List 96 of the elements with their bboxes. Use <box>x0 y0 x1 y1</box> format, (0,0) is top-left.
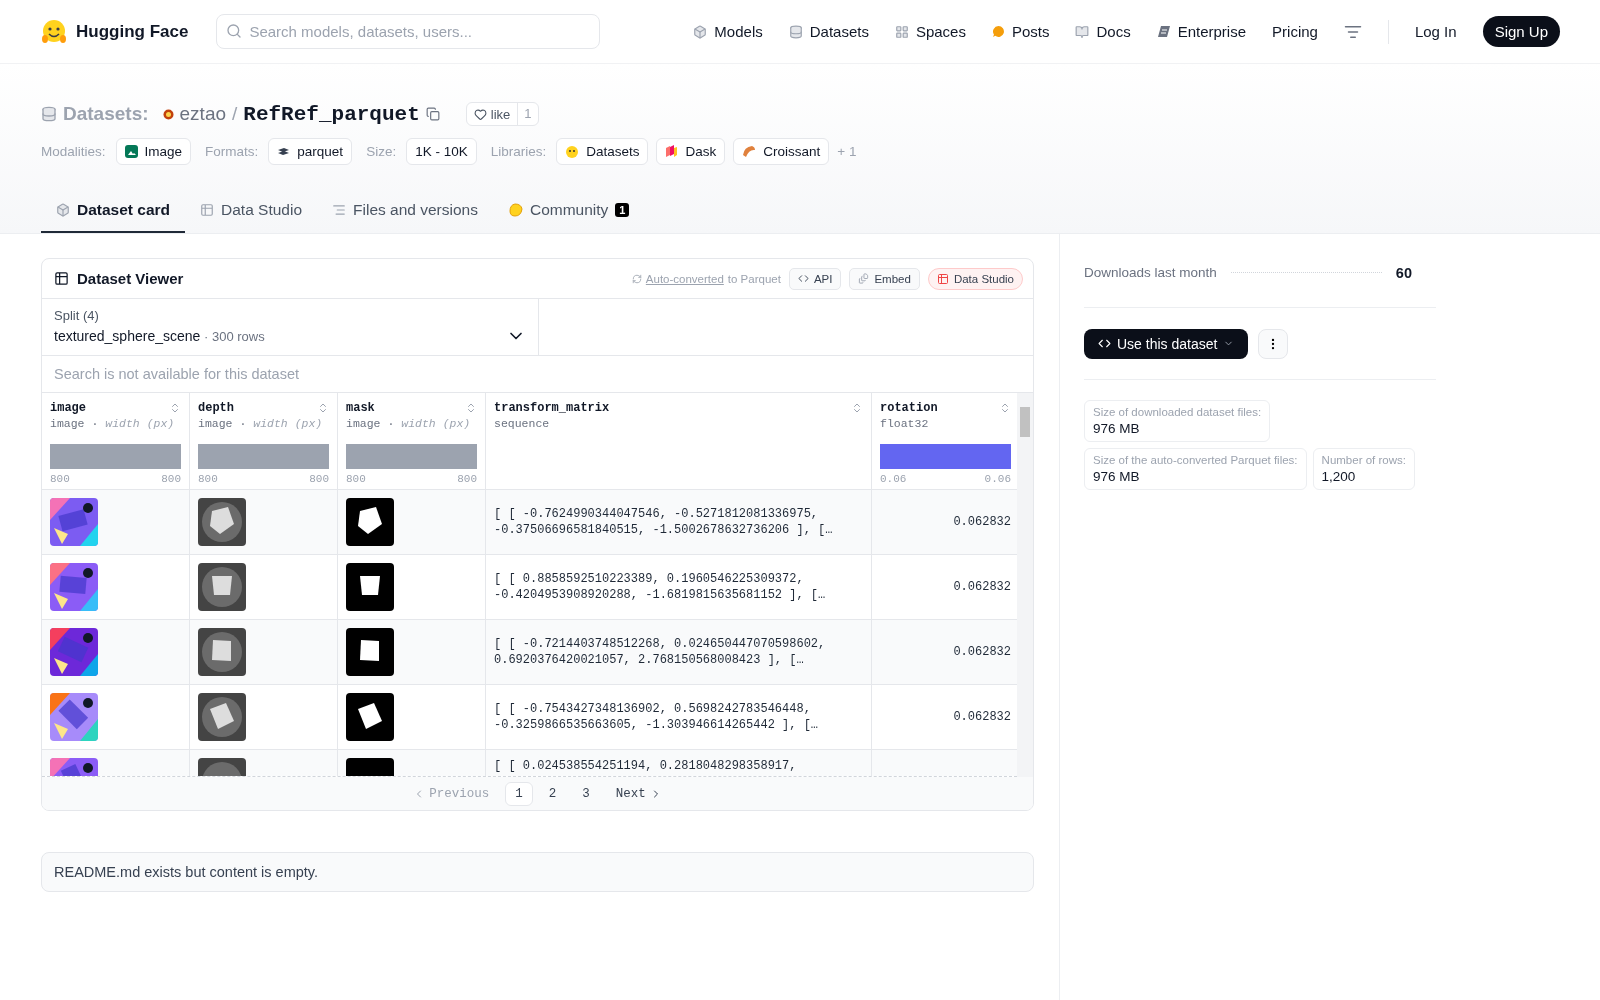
tag[interactable]: 1K - 10K <box>406 138 477 165</box>
code-icon <box>1098 337 1111 350</box>
page-button[interactable]: 3 <box>572 781 600 806</box>
tag-group-label: Libraries: <box>490 144 547 159</box>
clapping-hands-icon <box>507 203 523 217</box>
image-icon <box>124 145 138 158</box>
scrollbar[interactable] <box>1017 393 1033 777</box>
table-cell: 0.062832 <box>953 578 1011 596</box>
table-cell: 0.062832 <box>953 708 1011 726</box>
table-icon <box>200 203 215 217</box>
table-cell: [ [ 0.024538554251194, 0.2818048298358917, <box>494 758 797 775</box>
downloads-label: Downloads last month <box>1084 265 1217 280</box>
tag[interactable]: parquet <box>268 138 353 165</box>
tab[interactable]: Files and versions <box>317 189 493 233</box>
count-badge: 1 <box>615 203 630 217</box>
stat-label: Size of downloaded dataset files: <box>1093 406 1262 418</box>
like-button[interactable]: like 1 <box>465 102 539 126</box>
copy-icon[interactable] <box>425 107 440 121</box>
dask-logo-icon <box>665 145 679 158</box>
stat-label: Number of rows: <box>1321 454 1406 466</box>
table-cell-text: [ [ -0.7543427348136902, 0.5698242783546448, -0.3259866535663605, -1.303946614265442 ], [… <box>494 700 820 734</box>
nav-link[interactable]: Spaces <box>894 23 966 40</box>
table-icon <box>936 272 949 285</box>
refresh-icon <box>631 273 642 284</box>
tag[interactable]: Datasets <box>556 138 649 165</box>
repo-name[interactable]: RefRef_parquet <box>243 102 420 126</box>
use-dataset-button[interactable]: Use this dataset <box>1084 328 1249 359</box>
sort-icon[interactable] <box>851 402 863 414</box>
table-cell: 0.062832 <box>953 643 1011 661</box>
card-title: Dataset Viewer <box>77 270 184 287</box>
readme-notice: README.md exists but content is empty. <box>41 852 1034 892</box>
book-icon <box>1075 24 1090 39</box>
search-icon <box>226 23 243 39</box>
toolbar-button[interactable]: Embed <box>849 267 920 290</box>
table-cell-text: [ [ -0.7624990344047546, -0.5271812081336975, -0.37506696581840515, -1.5002678632736206 ], [… <box>494 505 834 539</box>
sort-icon[interactable] <box>999 402 1011 414</box>
section-label: Datasets: <box>63 103 149 125</box>
sort-icon[interactable] <box>169 402 181 414</box>
table-cell: 0.062832 <box>953 513 1011 531</box>
tab[interactable]: Dataset card <box>41 189 186 233</box>
tab[interactable]: Community 1 <box>492 189 645 233</box>
cube-icon <box>56 203 70 217</box>
converted-note: to Parquet <box>727 272 781 285</box>
brand-logo[interactable]: Hugging Face <box>40 17 189 46</box>
table-cell-text: [ [ 0.8858592510223389, 0.1960546225309372, -0.4204953908920288, -1.6819815635681152 ], [… <box>494 570 827 604</box>
table-cell-text: [ [ -0.7214403748512268, 0.024650447070598602, 0.6920376420021057, 2.768150568008423 ], [… <box>494 635 827 669</box>
column-header[interactable]: depth image · width (px) 800 800 <box>190 393 338 490</box>
tag[interactable]: Image <box>115 138 192 165</box>
tag-group-label: Size: <box>366 144 397 159</box>
croissant-icon <box>742 145 757 158</box>
code-icon <box>797 273 809 284</box>
nav-link[interactable]: Datasets <box>788 23 869 40</box>
page-button[interactable]: 1 <box>505 781 533 806</box>
owner-link[interactable]: eztao <box>179 103 227 125</box>
signup-button[interactable]: Sign Up <box>1482 16 1560 47</box>
sort-icon[interactable] <box>317 402 329 414</box>
table-icon <box>54 271 69 286</box>
stat-value: 976 MB <box>1093 421 1141 436</box>
cube-icon <box>693 24 708 39</box>
nav-link[interactable]: Models <box>693 23 763 40</box>
tag-group-label: Formats: <box>205 144 259 159</box>
nav-link[interactable]: Pricing <box>1272 23 1318 40</box>
file-list-icon <box>332 203 347 217</box>
nav-link[interactable]: Posts <box>991 23 1050 40</box>
next-button[interactable]: Next <box>605 781 672 806</box>
speech-bubble-icon <box>991 25 1005 38</box>
column-header[interactable]: image image · width (px) 800 800 <box>42 393 190 490</box>
path-separator: / <box>232 103 238 125</box>
stacked-layers-icon <box>277 147 291 156</box>
search-field[interactable]: Search models, datasets, users... <box>216 14 601 49</box>
heart-icon <box>473 107 487 121</box>
database-icon <box>788 24 803 39</box>
toolbar-button[interactable]: API <box>788 267 842 290</box>
nav-link[interactable]: Enterprise <box>1156 23 1247 40</box>
column-header[interactable]: mask image · width (px) 800 800 <box>338 393 486 490</box>
database-icon <box>41 106 57 122</box>
copy-icon <box>858 273 870 284</box>
enterprise-icon <box>1156 25 1171 38</box>
sort-icon[interactable] <box>465 402 477 414</box>
downloads-count: 60 <box>1395 264 1412 281</box>
login-link[interactable]: Log In <box>1414 23 1457 40</box>
stat-value: 976 MB <box>1093 469 1141 484</box>
user-avatar-icon <box>162 108 174 120</box>
column-header[interactable]: transform_matrix sequence <box>486 393 872 490</box>
grid-icon <box>894 24 909 39</box>
toolbar-button[interactable]: Data Studio <box>927 267 1023 290</box>
tab[interactable]: Data Studio <box>185 189 318 233</box>
tag[interactable]: Dask <box>656 138 726 165</box>
tag[interactable]: Croissant <box>733 138 830 165</box>
page-button[interactable]: 2 <box>538 781 567 806</box>
stat-value: 1,200 <box>1321 469 1357 484</box>
smiling-face-icon <box>565 144 580 159</box>
smiling-face-logo-icon <box>40 17 68 46</box>
stat-label: Size of the auto-converted Parquet files: <box>1093 454 1298 466</box>
nav-link[interactable]: Docs <box>1075 23 1131 40</box>
tag-group-label: Modalities: <box>41 144 106 159</box>
